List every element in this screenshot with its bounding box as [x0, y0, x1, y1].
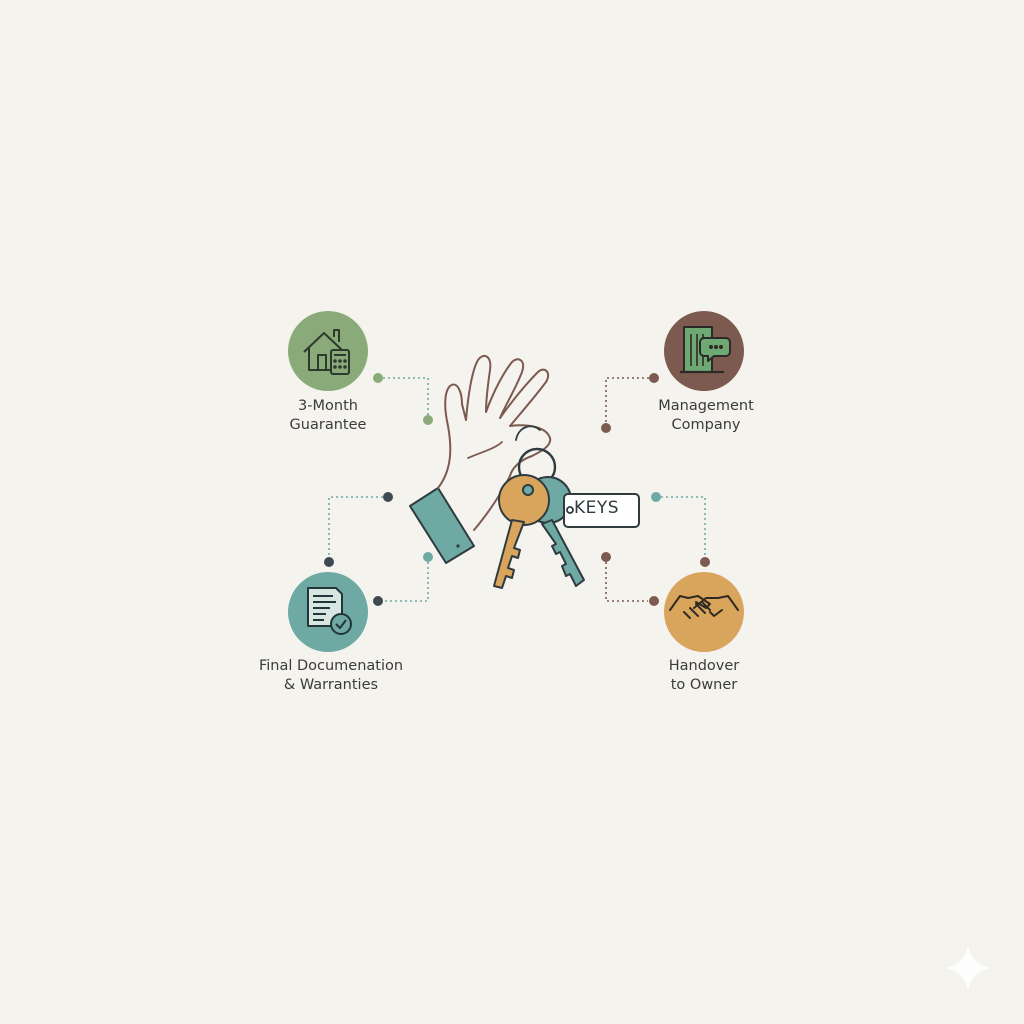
label-docs-line2: & Warranties — [283, 677, 379, 693]
label-guarantee-line2: Guarantee — [289, 417, 367, 433]
label-guarantee-line1: 3-Month — [298, 398, 358, 414]
label-docs: Final Documenation & Warranties — [231, 657, 431, 695]
node-handover — [664, 572, 744, 652]
node-guarantee — [288, 311, 368, 391]
label-management-line2: Company — [671, 417, 741, 433]
gold-key — [493, 474, 550, 589]
label-guarantee: 3-Month Guarantee — [228, 397, 428, 435]
diagram-canvas — [288, 311, 992, 992]
node-management — [664, 311, 744, 391]
node-docs — [288, 572, 368, 652]
label-management: Management Company — [606, 397, 806, 435]
sleeve-cuff — [409, 487, 475, 564]
label-docs-line1: Final Documenation — [258, 658, 404, 674]
keys-tag-label: KEYS — [574, 498, 620, 518]
sparkle-icon — [944, 944, 992, 992]
label-handover-line1: Handover — [668, 658, 740, 674]
label-handover: Handover to Owner — [604, 657, 804, 695]
label-management-line1: Management — [658, 398, 754, 414]
label-handover-line2: to Owner — [670, 677, 738, 693]
